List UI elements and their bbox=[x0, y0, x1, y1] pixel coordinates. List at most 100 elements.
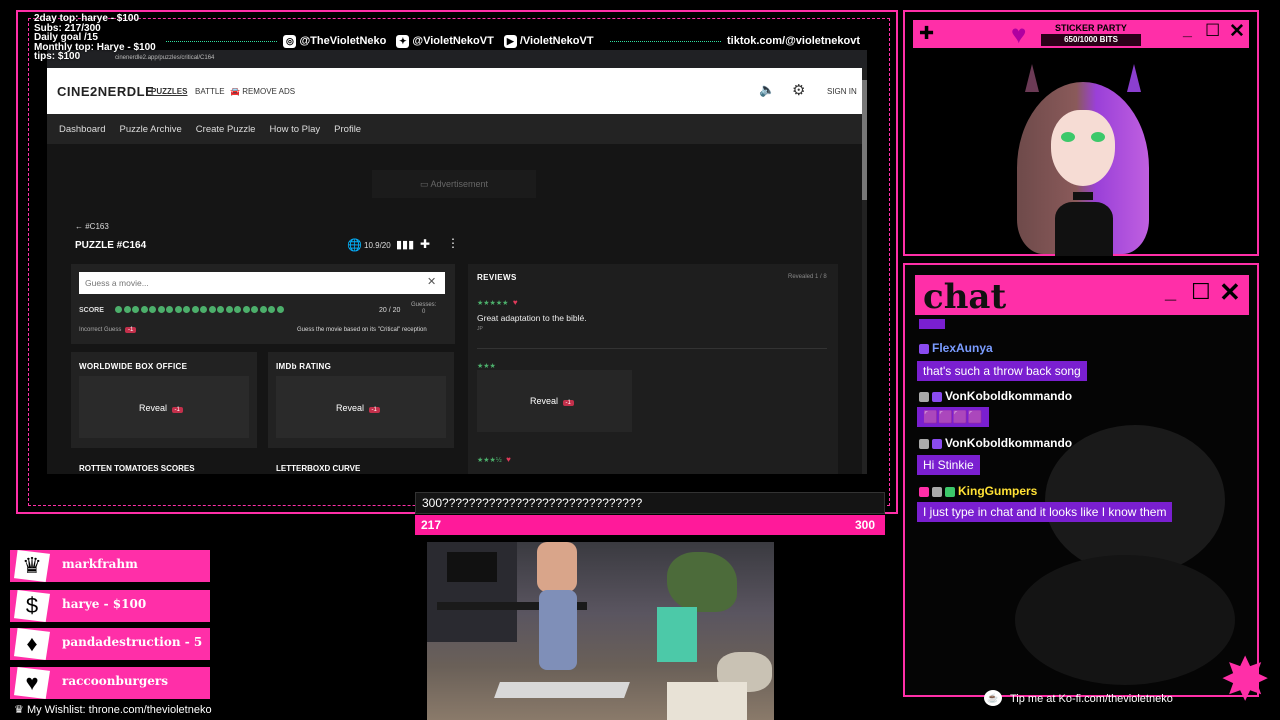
badge-icon bbox=[919, 486, 929, 497]
globe-icon[interactable]: 🌐 bbox=[347, 238, 362, 252]
stat-tips: tips: $100 bbox=[34, 51, 81, 62]
rug bbox=[667, 682, 747, 720]
minimize-icon: _ bbox=[1183, 22, 1192, 39]
wishlist-text: ♛ My Wishlist: throne.com/thevioletneko bbox=[14, 704, 212, 716]
subnav-create-puzzle[interactable]: Create Puzzle bbox=[196, 124, 256, 135]
score-dot bbox=[191, 306, 199, 313]
dollar-icon: $ bbox=[14, 590, 50, 622]
alert-tip: $ harye - $100 bbox=[10, 590, 210, 622]
address-bar[interactable]: cinenerdle2.app/puzzles/critical/C164 bbox=[47, 50, 867, 68]
subnav-puzzle-archive[interactable]: Puzzle Archive bbox=[119, 124, 181, 135]
cat-ear-right bbox=[1127, 64, 1141, 92]
webcam-feed bbox=[427, 542, 774, 720]
card-hidden-content: Reveal -1 bbox=[79, 376, 249, 438]
goal-current: 217 bbox=[421, 518, 442, 532]
social-links-bar: ◎ @TheVioletNeko ✦ @VioletNekoVT ▶/VioletN… bbox=[160, 32, 870, 50]
minimize-icon: _ bbox=[1165, 281, 1177, 303]
subnav-profile[interactable]: Profile bbox=[334, 124, 361, 135]
stream-stats-overlay: 2day top: harye - $100 Subs: 217/300 Dai… bbox=[34, 14, 156, 62]
puzzle-title: PUZZLE #C164 bbox=[75, 240, 147, 251]
reveal-button[interactable]: Reveal -1 bbox=[530, 396, 574, 406]
emote-row: 🟪🟪🟪🟪 bbox=[917, 407, 989, 427]
alert-label: markfrahm bbox=[62, 557, 138, 571]
nav-remove-ads[interactable]: 🚘 REMOVE ADS bbox=[230, 87, 295, 96]
score-dot bbox=[259, 306, 267, 313]
sign-in-link[interactable]: SIGN IN bbox=[827, 87, 857, 96]
alert-bits: ♦ pandadestruction - 5 bbox=[10, 628, 210, 660]
vtuber-avatar-panel: ✚ ♥ STICKER PARTY 650/1000 BITS _ ☐ ✕ bbox=[903, 10, 1259, 256]
score-dot bbox=[225, 306, 233, 313]
crown-icon: ♛ bbox=[14, 550, 50, 582]
browser-window: cinenerdle2.app/puzzles/critical/C164 CI… bbox=[47, 50, 867, 474]
goal-progress-bar: 217 300 bbox=[415, 515, 885, 535]
heart-icon: ♥ bbox=[506, 455, 511, 464]
cart bbox=[657, 607, 697, 662]
alert-label: raccoonburgers bbox=[62, 674, 168, 688]
alert-label: pandadestruction - 5 bbox=[62, 635, 203, 649]
guesses-counter: Guesses: 0 bbox=[411, 302, 436, 316]
sound-icon[interactable]: 🔈 bbox=[759, 82, 775, 98]
instagram-icon: ◎ bbox=[283, 34, 297, 48]
chat-bubble: Hi Stinkie bbox=[917, 455, 980, 475]
monitor bbox=[447, 552, 497, 582]
nav-battle[interactable]: BATTLE bbox=[195, 87, 225, 96]
goal-target: 300 bbox=[854, 518, 875, 532]
heart-icon: ♥ bbox=[14, 667, 50, 699]
gear-icon[interactable]: ⚙ bbox=[792, 81, 805, 99]
chat-message-fragment bbox=[919, 319, 945, 329]
youtube-link: ▶/VioletNekoVT bbox=[503, 34, 594, 48]
guess-panel: ✕ SCORE 20 / 20 Guesses: 0 Incorrect Gue… bbox=[71, 264, 455, 344]
bar-chart-icon[interactable]: ▮▮▮ bbox=[396, 238, 414, 251]
score-dot bbox=[157, 306, 165, 313]
scrollbar-thumb[interactable] bbox=[862, 80, 867, 200]
badge-icon bbox=[945, 486, 955, 497]
chat-message: VonKoboldkommando bbox=[919, 436, 1072, 450]
imdb-rating-card: IMDb RATING Reveal -1 bbox=[268, 352, 454, 448]
cat-ear-left bbox=[1025, 64, 1039, 92]
chat-username: KingGumpers bbox=[919, 484, 1037, 498]
rotten-tomatoes-card-title: ROTTEN TOMATOES SCORES bbox=[79, 464, 195, 473]
guesses-value: 0 bbox=[422, 309, 426, 315]
site-logo[interactable]: CINE2NERDLE bbox=[57, 84, 154, 99]
instagram-link: ◎ @TheVioletNeko bbox=[283, 34, 386, 48]
card-title: WORLDWIDE BOX OFFICE bbox=[79, 362, 188, 371]
alert-follower: ♛ markfrahm bbox=[10, 550, 210, 582]
plant bbox=[667, 552, 737, 612]
reveal-button[interactable]: Reveal -1 bbox=[139, 403, 183, 413]
nav-puzzles[interactable]: PUZZLES bbox=[151, 87, 187, 96]
previous-puzzle-link[interactable]: ← #C163 bbox=[75, 222, 109, 231]
score-dot bbox=[234, 306, 241, 313]
splatter-decoration bbox=[1015, 555, 1235, 685]
chat-message: VonKoboldkommando bbox=[919, 389, 1072, 403]
score-dot bbox=[268, 306, 275, 313]
more-options-icon[interactable]: ⋮ bbox=[447, 236, 459, 250]
chat-message: FlexAunya bbox=[919, 341, 993, 355]
subnav-how-to-play[interactable]: How to Play bbox=[269, 124, 320, 135]
review-text: Great adaptation to the biblé. bbox=[477, 313, 587, 323]
dotted-divider bbox=[166, 40, 278, 42]
reveal-button[interactable]: Reveal -1 bbox=[336, 403, 380, 413]
goal-title: 300?????????????????????????????? bbox=[415, 492, 885, 514]
score-value: 20 / 20 bbox=[379, 307, 401, 314]
movie-guess-input[interactable] bbox=[79, 272, 445, 294]
site-header: CINE2NERDLE PUZZLES BATTLE 🚘 REMOVE ADS … bbox=[47, 68, 862, 114]
close-icon: ✕ bbox=[1229, 21, 1245, 42]
avatar-eye-right bbox=[1091, 132, 1105, 142]
avatar-titlebar: ✚ ♥ STICKER PARTY 650/1000 BITS _ ☐ ✕ bbox=[913, 20, 1249, 48]
letterboxd-card-title: LETTERBOXD CURVE bbox=[276, 464, 361, 473]
score-dot bbox=[208, 306, 216, 313]
heart-badge-icon: ♥ bbox=[1011, 19, 1027, 49]
puzzle-piece-icon[interactable]: ✚ bbox=[420, 237, 430, 251]
hidden-review: Reveal -1 bbox=[477, 370, 632, 432]
avatar-outfit bbox=[1055, 202, 1113, 256]
tiktok-link: tiktok.com/@violetnekovt bbox=[727, 35, 860, 47]
twitter-link: ✦ @VioletNekoVT bbox=[396, 34, 494, 48]
subnav-dashboard[interactable]: Dashboard bbox=[59, 124, 105, 135]
score-label: SCORE bbox=[79, 307, 104, 314]
youtube-icon: ▶ bbox=[503, 34, 517, 48]
advertisement-slot: ▭ Advertisement bbox=[372, 170, 536, 198]
clear-icon[interactable]: ✕ bbox=[427, 275, 436, 288]
sub-navigation: Dashboard Puzzle Archive Create Puzzle H… bbox=[47, 114, 862, 144]
score-dot bbox=[174, 306, 182, 313]
guesses-label: Guesses: bbox=[411, 302, 437, 308]
